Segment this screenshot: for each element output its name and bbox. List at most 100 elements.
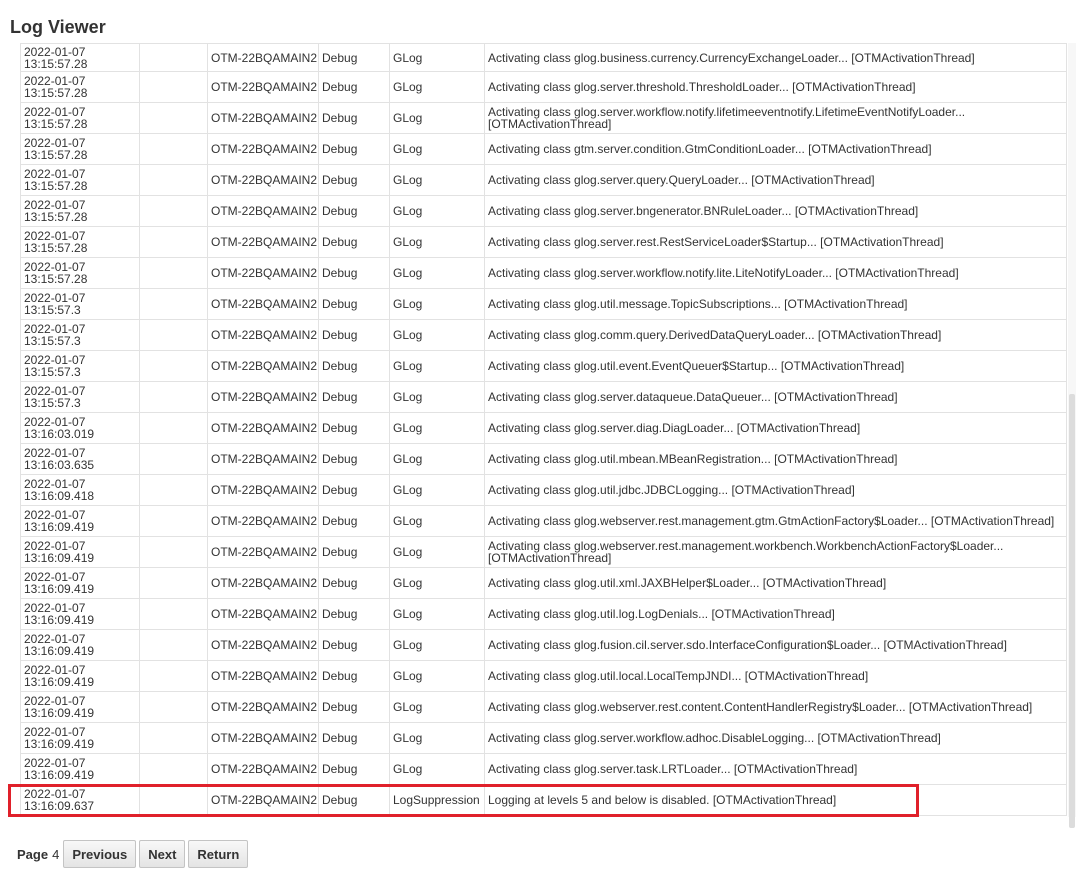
log-time: 13:15:57.28: [24, 56, 88, 71]
host-cell: OTM-22BQAMAIN2: [207, 474, 319, 506]
timestamp-cell: 2022-01-07 13:15:57.28: [20, 164, 140, 196]
message-cell: Activating class glog.server.diag.DiagLo…: [484, 412, 1067, 444]
log-table: 2022-01-07 13:15:57.28 OTM-22BQAMAIN2 Debug…: [20, 43, 1067, 816]
level-cell: Debug: [318, 43, 390, 72]
level-cell: Debug: [318, 567, 390, 599]
log-time: 13:15:57.28: [24, 241, 88, 255]
timestamp-cell: 2022-01-07 13:15:57.3: [20, 319, 140, 351]
level-cell: Debug: [318, 722, 390, 754]
category-cell: GLog: [389, 753, 485, 785]
timestamp-cell: 2022-01-07 13:16:09.419: [20, 691, 140, 723]
host-cell: OTM-22BQAMAIN2: [207, 350, 319, 382]
level-cell: Debug: [318, 505, 390, 537]
log-time: 13:16:09.419: [24, 582, 95, 596]
host-cell: OTM-22BQAMAIN2: [207, 226, 319, 258]
blank-cell: [139, 412, 208, 444]
message-cell: Activating class glog.business.currency.…: [484, 43, 1067, 72]
log-time: 13:16:09.419: [24, 644, 95, 658]
log-time: 13:16:03.019: [24, 427, 95, 441]
next-button[interactable]: Next: [139, 840, 186, 868]
category-cell: GLog: [389, 195, 485, 227]
timestamp-cell: 2022-01-07 13:15:57.28: [20, 226, 140, 258]
page-title: Log Viewer: [10, 17, 106, 37]
blank-cell: [139, 753, 208, 785]
log-time: 13:16:09.419: [24, 520, 95, 534]
blank-cell: [139, 722, 208, 754]
host-cell: OTM-22BQAMAIN2: [207, 443, 319, 475]
category-cell: GLog: [389, 319, 485, 351]
table-row: 2022-01-07 13:16:09.419 OTM-22BQAMAIN2 Debu…: [20, 629, 1067, 661]
table-row: 2022-01-07 13:16:09.419 OTM-22BQAMAIN2 Debu…: [20, 505, 1067, 537]
blank-cell: [139, 102, 208, 134]
blank-cell: [139, 505, 208, 537]
timestamp-cell: 2022-01-07 13:15:57.28: [20, 43, 140, 72]
timestamp-cell: 2022-01-07 13:15:57.28: [20, 102, 140, 134]
table-row: 2022-01-07 13:15:57.28 OTM-22BQAMAIN2 Debug…: [20, 195, 1067, 227]
vertical-scrollbar[interactable]: [1068, 43, 1076, 828]
message-cell: Activating class glog.comm.query.Derived…: [484, 319, 1067, 351]
timestamp-cell: 2022-01-07 13:15:57.28: [20, 133, 140, 165]
message-cell: Activating class glog.util.event.EventQu…: [484, 350, 1067, 382]
table-row: 2022-01-07 13:16:09.419 OTM-22BQAMAIN2 Debu…: [20, 536, 1067, 568]
log-time: 13:16:09.418: [24, 489, 95, 503]
log-time: 13:15:57.3: [24, 365, 81, 379]
timestamp-cell: 2022-01-07 13:16:09.419: [20, 536, 140, 568]
message-cell: Activating class glog.server.query.Query…: [484, 164, 1067, 196]
table-row: 2022-01-07 13:15:57.3 OTM-22BQAMAIN2 Debug G…: [20, 381, 1067, 413]
message-cell: Activating class glog.util.local.LocalTe…: [484, 660, 1067, 692]
table-row: 2022-01-07 13:16:09.418 OTM-22BQAMAIN2 Debu…: [20, 474, 1067, 506]
previous-button[interactable]: Previous: [63, 840, 137, 868]
timestamp-cell: 2022-01-07 13:15:57.28: [20, 195, 140, 227]
timestamp-cell: 2022-01-07 13:16:09.418: [20, 474, 140, 506]
return-button[interactable]: Return: [188, 840, 249, 868]
level-cell: Debug: [318, 536, 390, 568]
blank-cell: [139, 195, 208, 227]
blank-cell: [139, 350, 208, 382]
category-cell: GLog: [389, 102, 485, 134]
log-time: 13:15:57.3: [24, 396, 81, 410]
log-time: 13:15:57.28: [24, 86, 88, 100]
message-cell: Activating class glog.server.workflow.no…: [484, 102, 1067, 134]
level-cell: Debug: [318, 598, 390, 630]
level-cell: Debug: [318, 164, 390, 196]
table-row: 2022-01-07 13:16:09.419 OTM-22BQAMAIN2 Debu…: [20, 598, 1067, 630]
message-cell: Activating class glog.server.workflow.no…: [484, 257, 1067, 289]
blank-cell: [139, 660, 208, 692]
log-time: 13:16:09.419: [24, 768, 95, 782]
message-cell: Activating class glog.webserver.rest.man…: [484, 536, 1067, 568]
message-cell: Activating class gtm.server.condition.Gt…: [484, 133, 1067, 165]
host-cell: OTM-22BQAMAIN2: [207, 753, 319, 785]
host-cell: OTM-22BQAMAIN2: [207, 536, 319, 568]
level-cell: Debug: [318, 319, 390, 351]
host-cell: OTM-22BQAMAIN2: [207, 412, 319, 444]
blank-cell: [139, 598, 208, 630]
timestamp-cell: 2022-01-07 13:16:09.419: [20, 567, 140, 599]
timestamp-cell: 2022-01-07 13:15:57.28: [20, 71, 140, 103]
table-row: 2022-01-07 13:15:57.3 OTM-22BQAMAIN2 Debug G…: [20, 350, 1067, 382]
blank-cell: [139, 319, 208, 351]
message-cell: Activating class glog.server.threshold.T…: [484, 71, 1067, 103]
level-cell: Debug: [318, 753, 390, 785]
timestamp-cell: 2022-01-07 13:16:09.419: [20, 629, 140, 661]
timestamp-cell: 2022-01-07 13:15:57.3: [20, 381, 140, 413]
category-cell: GLog: [389, 505, 485, 537]
page-number: 4: [52, 846, 60, 862]
blank-cell: [139, 536, 208, 568]
table-row: 2022-01-07 13:15:57.28 OTM-22BQAMAIN2 Debug…: [20, 71, 1067, 103]
host-cell: OTM-22BQAMAIN2: [207, 691, 319, 723]
blank-cell: [139, 443, 208, 475]
table-row: 2022-01-07 13:16:03.019 OTM-22BQAMAIN2 Debu…: [20, 412, 1067, 444]
host-cell: OTM-22BQAMAIN2: [207, 43, 319, 72]
timestamp-cell: 2022-01-07 13:16:09.419: [20, 722, 140, 754]
host-cell: OTM-22BQAMAIN2: [207, 629, 319, 661]
log-time: 13:16:09.419: [24, 706, 95, 720]
page-label: Page: [17, 846, 49, 862]
log-time: 13:16:09.419: [24, 613, 95, 627]
host-cell: OTM-22BQAMAIN2: [207, 598, 319, 630]
blank-cell: [139, 691, 208, 723]
scrollbar-thumb[interactable]: [1069, 394, 1075, 828]
host-cell: OTM-22BQAMAIN2: [207, 102, 319, 134]
timestamp-cell: 2022-01-07 13:16:03.019: [20, 412, 140, 444]
message-cell: Activating class glog.util.mbean.MBeanRe…: [484, 443, 1067, 475]
level-cell: Debug: [318, 691, 390, 723]
